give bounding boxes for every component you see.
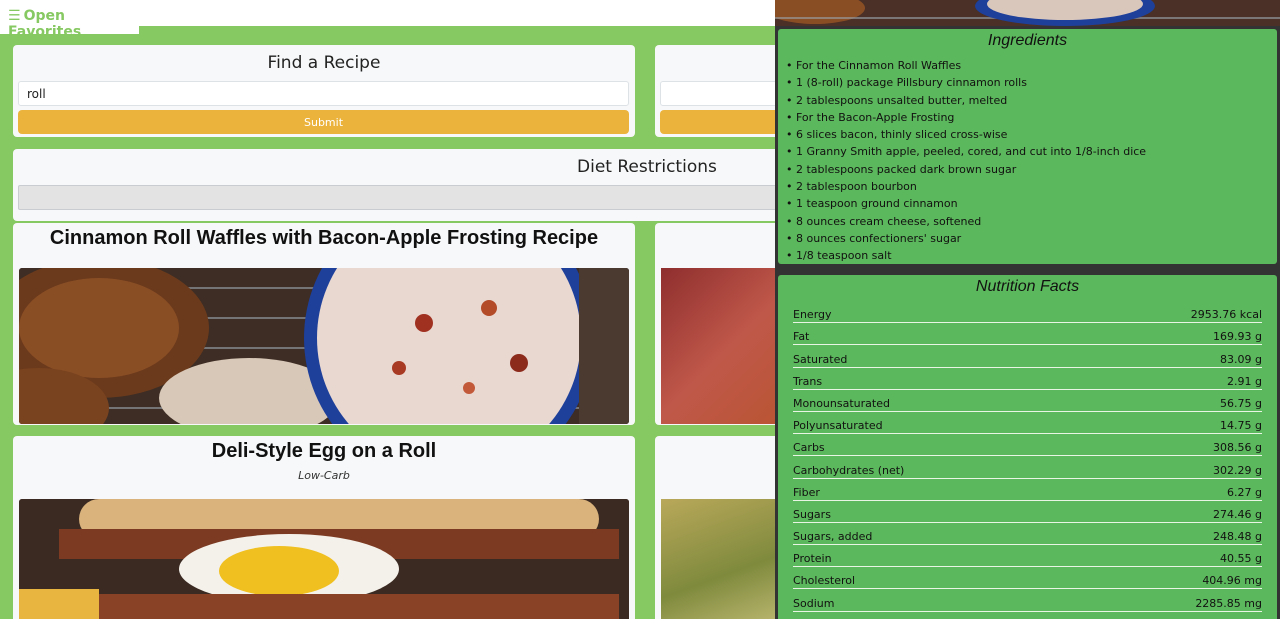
ingredient-item: For the Cinnamon Roll Waffles <box>786 57 1277 74</box>
nutrient-value: 83.09 g <box>1220 352 1262 366</box>
diet-title: Diet Restrictions <box>577 157 717 177</box>
nutrient-label: Fiber <box>793 485 820 499</box>
top-bar-blank <box>139 0 775 26</box>
nutrition-row: Saturated 83.09 g <box>793 345 1262 368</box>
nutrition-row: Protein 40.55 g <box>793 545 1262 568</box>
search-input[interactable] <box>18 81 629 106</box>
nutrient-value: 6.27 g <box>1227 485 1262 499</box>
ingredient-item: 2 tablespoons unsalted butter, melted <box>786 92 1277 109</box>
nutrient-label: Carbohydrates (net) <box>793 463 905 477</box>
diet-card: Diet Restrictions <box>13 149 793 221</box>
nutrient-value: 14.75 g <box>1220 419 1262 433</box>
ingredients-title: Ingredients <box>987 32 1068 49</box>
secondary-search-card <box>655 45 795 137</box>
nutrient-label: Carbs <box>793 441 825 455</box>
nutrient-value: 404.96 mg <box>1202 574 1262 588</box>
ingredient-item: 1 (8-roll) package Pillsbury cinnamon ro… <box>786 74 1277 91</box>
nutrient-label: Monounsaturated <box>793 396 890 410</box>
nutrition-row: Carbs 308.56 g <box>793 434 1262 457</box>
waffles-photo <box>19 268 629 424</box>
nutrition-table: Energy 2953.76 kcal Fat 169.93 g Saturated 83… <box>793 301 1262 612</box>
nutrition-row: Fiber 6.27 g <box>793 479 1262 501</box>
recipe-card[interactable] <box>655 436 795 619</box>
nutrient-label: Saturated <box>793 352 848 366</box>
nutrient-label: Trans <box>793 374 823 388</box>
ingredient-item: For the Bacon-Apple Frosting <box>786 109 1277 126</box>
search-title: Find a Recipe <box>267 53 381 73</box>
nutrient-label: Sugars <box>793 507 831 521</box>
diet-tag: Low-Carb <box>298 469 350 482</box>
nutrient-label: Protein <box>793 552 832 566</box>
ingredient-item: 6 slices bacon, thinly sliced cross-wise <box>786 126 1277 143</box>
nutrient-value: 302.29 g <box>1213 463 1262 477</box>
ingredient-item: 8 ounces confectioners' sugar <box>786 230 1277 247</box>
nutrient-value: 56.75 g <box>1220 396 1262 410</box>
egg-roll-photo <box>19 499 629 619</box>
nutrition-row: Trans 2.91 g <box>793 368 1262 390</box>
nutrition-box: Nutrition Facts Energy 2953.76 kcal Fat 169… <box>778 275 1277 619</box>
recipe-title[interactable]: Deli-Style Egg on a Roll <box>13 440 635 463</box>
nutrition-row: Sugars 274.46 g <box>793 501 1262 523</box>
nutrition-row: Sodium 2285.85 mg <box>793 589 1262 612</box>
nutrient-label: Fat <box>793 330 810 344</box>
recipe-card[interactable]: Cinnamon Roll Waffles with Bacon-Apple F… <box>13 223 635 425</box>
nutrition-row: Monounsaturated 56.75 g <box>793 390 1262 412</box>
ingredient-item: 2 tablespoon bourbon <box>786 178 1277 195</box>
ingredient-item: 2 tablespoons packed dark brown sugar <box>786 161 1277 178</box>
nutrient-value: 248.48 g <box>1213 530 1262 544</box>
detail-photo-strip <box>775 0 1280 26</box>
nutrition-row: Polyunsaturated 14.75 g <box>793 412 1262 435</box>
recipe-image[interactable] <box>19 499 629 619</box>
nutrient-value: 40.55 g <box>1220 552 1262 566</box>
nutrition-row: Cholesterol 404.96 mg <box>793 567 1262 590</box>
nutrition-row: Carbohydrates (net) 302.29 g <box>793 456 1262 479</box>
nutrient-label: Cholesterol <box>793 574 856 588</box>
detail-photo <box>775 0 1280 26</box>
nutrient-value: 2285.85 mg <box>1195 596 1262 610</box>
ingredients-list: For the Cinnamon Roll Waffles1 (8-roll) … <box>786 57 1277 265</box>
recipe-title[interactable]: Cinnamon Roll Waffles with Bacon-Apple F… <box>13 227 635 250</box>
nutrient-label: Sodium <box>793 596 835 610</box>
nutrient-value: 2.91 g <box>1227 374 1262 388</box>
nutrient-label: Polyunsaturated <box>793 419 883 433</box>
recipe-detail-panel: Ingredients For the Cinnamon Roll Waffle… <box>775 0 1280 619</box>
recipe-image[interactable] <box>19 268 629 424</box>
diet-restrictions-select[interactable] <box>18 185 793 210</box>
recipe-card[interactable] <box>655 223 795 425</box>
ingredient-item: 1/8 teaspoon salt <box>786 247 1277 264</box>
submit-button[interactable]: Submit <box>18 110 629 134</box>
nutrient-value: 2953.76 kcal <box>1190 308 1262 322</box>
nutrition-row: Fat 169.93 g <box>793 323 1262 346</box>
nutrient-value: 308.56 g <box>1213 441 1262 455</box>
nutrient-label: Sugars, added <box>793 530 873 544</box>
nutrient-value: 169.93 g <box>1213 330 1262 344</box>
ingredient-item: 8 ounces cream cheese, softened <box>786 213 1277 230</box>
ingredients-box: Ingredients For the Cinnamon Roll Waffle… <box>778 29 1277 264</box>
recipe-card[interactable]: Deli-Style Egg on a Roll Low-Carb <box>13 436 635 619</box>
ingredient-item: 1 teaspoon ground cinnamon <box>786 195 1277 212</box>
ingredient-item: 1 Granny Smith apple, peeled, cored, and… <box>786 143 1277 160</box>
nutrition-title: Nutrition Facts <box>975 278 1080 295</box>
nutrition-row: Sugars, added 248.48 g <box>793 523 1262 546</box>
nutrient-label: Energy <box>793 308 832 322</box>
open-favorites-button[interactable]: ☰ Open Favorites <box>0 0 139 40</box>
nutrition-row: Energy 2953.76 kcal <box>793 301 1262 324</box>
nutrient-value: 274.46 g <box>1213 507 1262 521</box>
search-card: Find a Recipe Submit <box>13 45 635 137</box>
hamburger-icon: ☰ <box>8 8 21 24</box>
